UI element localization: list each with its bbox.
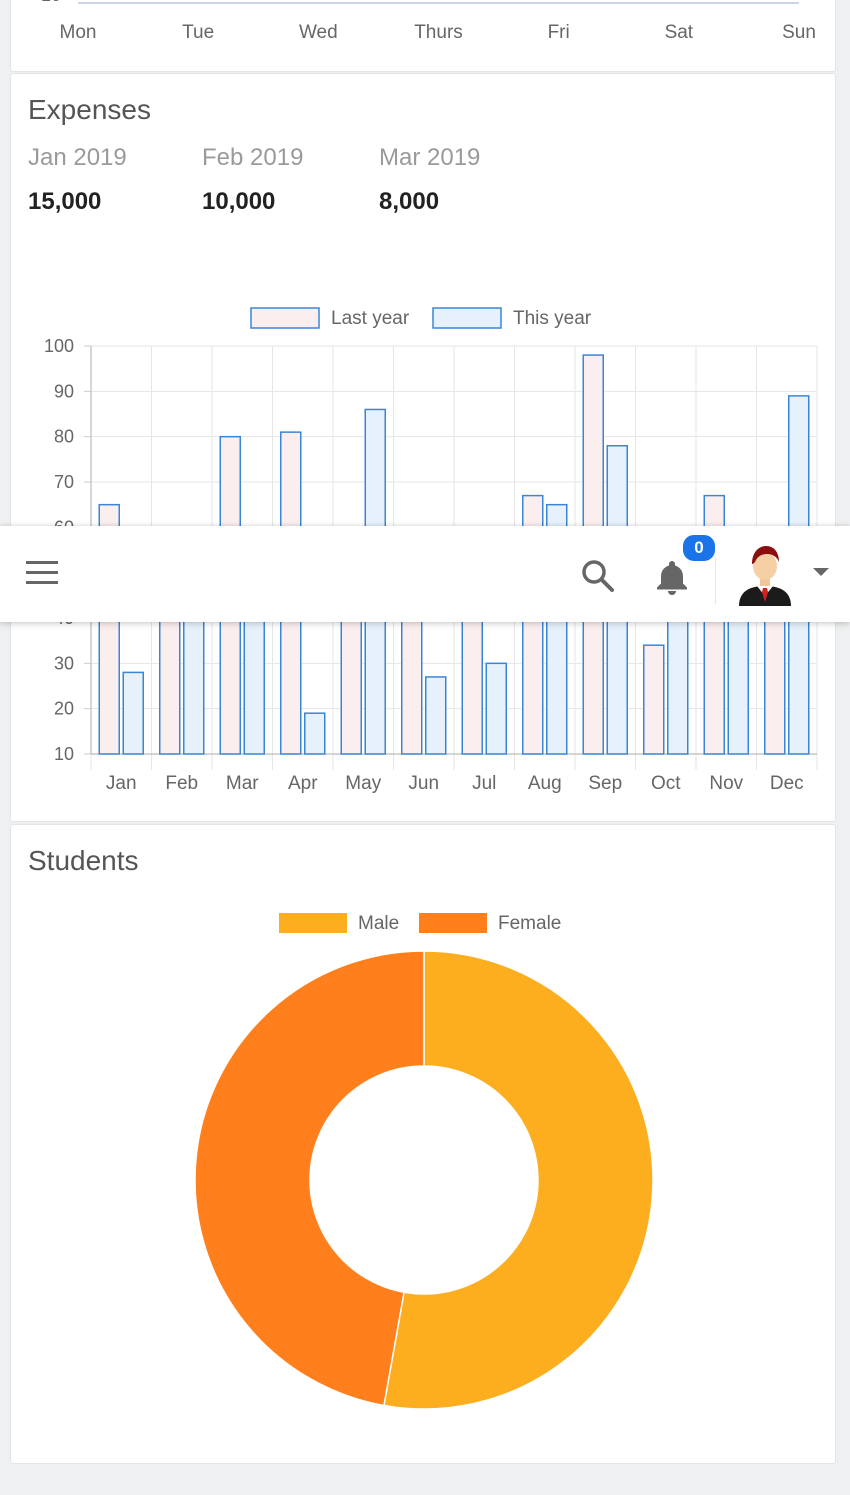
bar-last-year-oct (643, 644, 665, 755)
month-label-feb: Feb 2019 (202, 144, 304, 171)
weekly-x-tick-label: Tue (182, 22, 214, 43)
y-tick-label: 100 (44, 336, 74, 356)
x-tick-label: Oct (651, 773, 681, 794)
students-title: Students (28, 845, 139, 876)
weekly-x-tick-label: Mon (60, 22, 97, 43)
bar-this-year-jun (425, 676, 447, 755)
y-tick-label: 10 (54, 744, 74, 764)
x-tick-label: Jun (408, 773, 439, 794)
students-donut-chart: Male Female (194, 913, 654, 1410)
x-tick-label: Feb (165, 773, 198, 794)
bar-this-year-apr (304, 712, 326, 755)
expenses-card: Expenses Jan 2019 15,000 Feb 2019 10,000… (10, 73, 836, 822)
y-tick-label: 30 (54, 653, 74, 673)
x-tick-label: Apr (288, 773, 318, 794)
weekly-y-tick: 10 (41, 0, 61, 5)
legend-swatch (432, 307, 502, 329)
y-tick-label: 80 (54, 427, 74, 447)
weekly-x-tick-label: Sun (782, 22, 816, 43)
x-tick-label: Mar (226, 773, 259, 794)
x-tick-label: Aug (528, 773, 562, 794)
weekly-x-tick-label: Thurs (414, 22, 463, 43)
legend-swatch (419, 913, 487, 933)
bar-this-year-mar (243, 617, 265, 755)
weekly-x-tick-label: Fri (548, 22, 570, 43)
weekly-chart-card: 10 Mon Tue Wed Thurs Fri Sat Sun (10, 0, 836, 72)
bar-this-year-jan (122, 671, 144, 755)
students-card: Students Male Female (10, 824, 836, 1464)
x-tick-label: Jan (106, 773, 137, 794)
bar-last-year-jul (461, 617, 483, 755)
legend-label: This year (513, 308, 592, 329)
legend-label: Female (498, 913, 561, 934)
x-tick-label: Sep (588, 773, 622, 794)
x-tick-label: Dec (770, 773, 804, 794)
month-label-jan: Jan 2019 (28, 144, 127, 171)
legend-label: Last year (331, 308, 410, 329)
x-tick-label: Nov (709, 773, 743, 794)
weekly-x-tick-label: Sat (665, 22, 694, 43)
month-label-mar: Mar 2019 (379, 144, 481, 171)
menu-icon[interactable] (26, 561, 60, 587)
month-value-jan: 15,000 (28, 188, 102, 215)
x-tick-label: May (345, 773, 381, 794)
month-value-mar: 8,000 (379, 188, 440, 215)
legend-label: Male (358, 913, 399, 934)
donut-slice-female (194, 950, 425, 1407)
y-tick-label: 90 (54, 381, 74, 401)
user-avatar[interactable] (735, 542, 795, 606)
navbar-divider (715, 552, 716, 604)
bar-this-year-jul (485, 662, 507, 755)
search-icon[interactable] (578, 556, 618, 596)
notification-badge: 0 (681, 533, 717, 563)
month-value-feb: 10,000 (202, 188, 276, 215)
legend-swatch (250, 307, 320, 329)
y-tick-label: 20 (54, 699, 74, 719)
chevron-down-icon[interactable] (813, 568, 829, 576)
legend-swatch (279, 913, 347, 933)
weekly-x-tick-label: Wed (299, 22, 338, 43)
weekly-chart: 10 Mon Tue Wed Thurs Fri Sat Sun (41, 0, 816, 43)
y-tick-label: 70 (54, 472, 74, 492)
top-navbar (0, 526, 850, 622)
x-tick-label: Jul (472, 773, 496, 794)
expenses-title: Expenses (28, 94, 151, 125)
